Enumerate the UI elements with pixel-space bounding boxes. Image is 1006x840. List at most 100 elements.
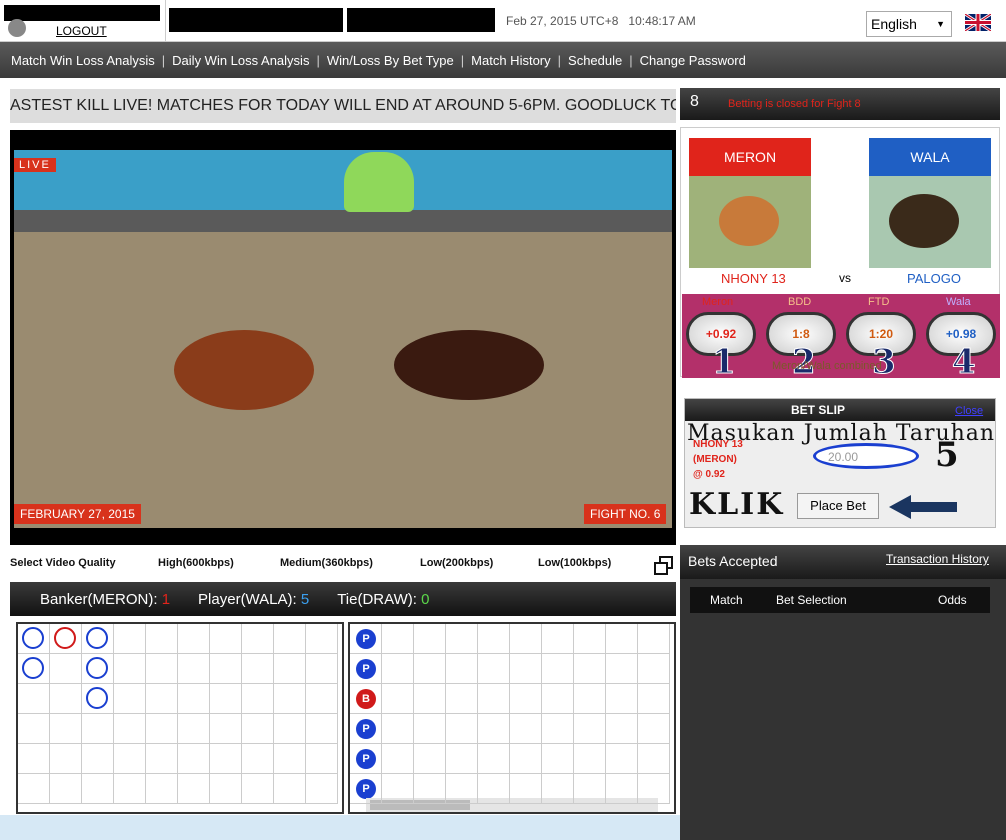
transaction-history-link[interactable]: Transaction History [886,552,989,566]
road-cell [82,714,114,744]
language-select[interactable]: English ▼ [866,11,952,37]
redacted-field-2 [347,8,495,32]
road-cell [414,684,446,714]
nav-change-password[interactable]: Change Password [633,53,753,68]
redacted-field-1 [169,8,343,32]
redacted-username [4,5,160,21]
road-cell [414,654,446,684]
road-cell [606,684,638,714]
bet-slip-title: BET SLIP [791,403,846,417]
player-score: Player(WALA): 5 [198,591,309,608]
bet-amount-input[interactable]: 20.00 [813,443,919,469]
road-cell [82,774,114,804]
step-5-number: 5 [935,435,959,475]
road-cell [146,774,178,804]
road-cell [478,654,510,684]
uk-flag-icon[interactable] [964,12,992,33]
road-cell [274,624,306,654]
road-cell [446,744,478,774]
road-cell [350,774,382,804]
road-cell [306,714,338,744]
road-cell [542,714,574,744]
road-cell [414,714,446,744]
road-cell [606,624,638,654]
nav-win-loss-bet-type[interactable]: Win/Loss By Bet Type [320,53,461,68]
road-cell [82,744,114,774]
odds-header-meron: Meron [702,296,734,308]
main-nav: Match Win Loss Analysis | Daily Win Loss … [0,42,1006,78]
road-cell [114,744,146,774]
road-cell [210,744,242,774]
fight-status-bar: 8 Betting is closed for Fight 8 [680,88,1000,120]
road-cell [178,654,210,684]
road-cell [242,744,274,774]
nav-match-win-loss[interactable]: Match Win Loss Analysis [4,53,162,68]
player-marker [86,687,108,709]
arrow-left-icon [889,495,957,519]
road-cell [574,714,606,744]
road-cell [18,774,50,804]
wala-name: PALOGO [907,271,961,286]
popout-icon[interactable] [654,556,674,576]
col-odds: Odds [938,593,967,607]
quality-medium[interactable]: Medium(360kbps) [280,557,373,569]
road-cell [478,684,510,714]
vs-label: vs [839,271,851,285]
nav-daily-win-loss[interactable]: Daily Win Loss Analysis [165,53,316,68]
road-cell [382,744,414,774]
player-label: Player(WALA): [198,590,297,608]
road-cell [510,624,542,654]
road-cell [242,774,274,804]
quality-low-100[interactable]: Low(100kbps) [538,557,611,569]
road-cell [574,654,606,684]
quality-high[interactable]: High(600kbps) [158,557,234,569]
road-cell [114,654,146,684]
col-match: Match [710,593,743,607]
road-cell [50,714,82,744]
road-cell [114,774,146,804]
klik-label: KLIK [689,487,785,522]
road-cell [478,744,510,774]
road-cell [306,654,338,684]
road-cell [382,714,414,744]
road-cell [350,744,382,774]
quality-low-200[interactable]: Low(200kbps) [420,557,493,569]
tie-score: Tie(DRAW): 0 [337,591,429,608]
place-bet-button[interactable]: Place Bet [797,493,879,519]
bet-slip-close[interactable]: Close [955,405,983,417]
logout-link[interactable]: LOGOUT [56,24,107,38]
road-cell [606,714,638,744]
road-cell [446,624,478,654]
road-cell [50,744,82,774]
banker-count: 1 [161,590,171,608]
road-cell [382,774,414,804]
road-cell [114,684,146,714]
meron-name: NHONY 13 [721,271,786,286]
road-cell [542,774,574,804]
road-cell [638,774,670,804]
nav-match-history[interactable]: Match History [464,53,557,68]
road-cell [18,744,50,774]
datetime: Feb 27, 2015 UTC+8 10:48:17 AM [506,14,696,28]
player-marker [22,657,44,679]
nav-schedule[interactable]: Schedule [561,53,629,68]
road-cell [18,714,50,744]
bets-accepted-title: Bets Accepted [688,553,778,569]
col-bet-selection: Bet Selection [776,593,847,607]
live-video-player[interactable]: LIVE FEBRUARY 27, 2015 FIGHT NO. 6 [10,130,676,545]
user-icon [8,19,26,37]
road-cell [242,624,274,654]
road-cell [574,744,606,774]
tie-count: 0 [421,590,430,608]
fight-number-badge: FIGHT NO. 6 [584,504,667,524]
road-cell [638,744,670,774]
language-value: English [871,16,917,32]
handler-image [344,152,414,212]
road-cell [178,744,210,774]
road-cell [510,744,542,774]
road-cell [242,684,274,714]
player-marker [86,627,108,649]
road-cell [242,714,274,744]
road-cell [178,714,210,744]
road-cell [274,654,306,684]
